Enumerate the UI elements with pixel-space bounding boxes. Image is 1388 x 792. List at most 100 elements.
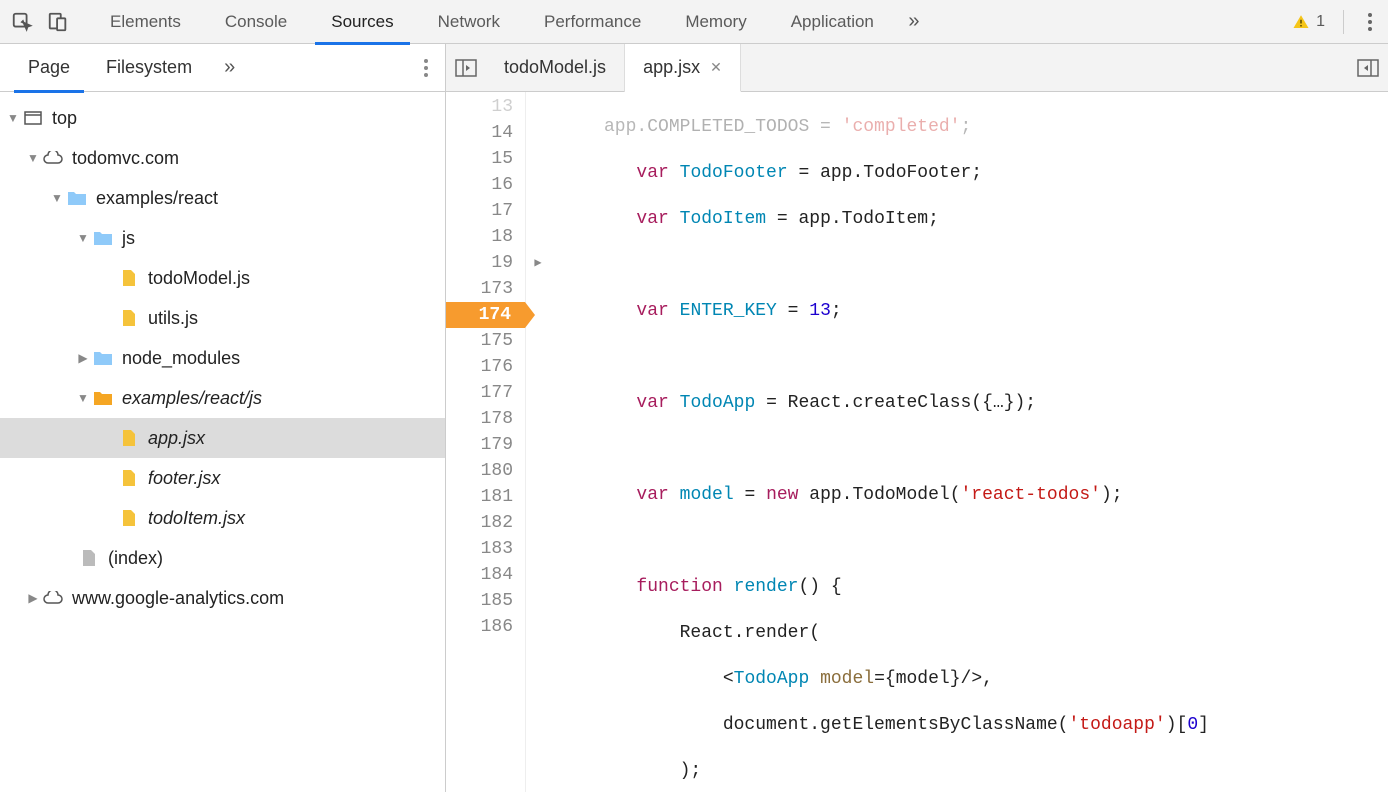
code-line	[550, 436, 1388, 462]
tab-memory[interactable]: Memory	[663, 0, 768, 44]
folder-icon	[90, 230, 116, 246]
tree-file[interactable]: todoModel.js	[0, 258, 445, 298]
tree-top[interactable]: ▼ top	[0, 98, 445, 138]
more-subtabs-icon[interactable]: »	[210, 56, 249, 79]
chevron-down-icon: ▼	[6, 111, 20, 125]
code-line: );	[550, 758, 1388, 784]
tree-label: todomvc.com	[66, 148, 179, 169]
line-number[interactable]: 17	[446, 198, 525, 224]
filetab-app[interactable]: app.jsx ✕	[625, 44, 741, 92]
tree-label: node_modules	[116, 348, 240, 369]
line-number[interactable]: 178	[446, 406, 525, 432]
navigator-tabbar: Page Filesystem »	[0, 44, 445, 92]
cloud-icon	[40, 151, 66, 165]
line-number[interactable]: 184	[446, 562, 525, 588]
tree-folder[interactable]: ▶ node_modules	[0, 338, 445, 378]
navigator-menu-icon[interactable]	[423, 58, 445, 78]
code-line: var ENTER_KEY = 13;	[550, 298, 1388, 324]
line-number[interactable]: 182	[446, 510, 525, 536]
tab-application[interactable]: Application	[769, 0, 896, 44]
file-icon	[116, 509, 142, 527]
code-editor[interactable]: 13 14 15 16 17 18 19 173 174 175 176 177…	[446, 92, 1388, 792]
file-icon	[116, 309, 142, 327]
line-number[interactable]: 15	[446, 146, 525, 172]
line-number[interactable]: 181	[446, 484, 525, 510]
subtab-filesystem[interactable]: Filesystem	[88, 44, 210, 92]
tree-folder[interactable]: ▼ examples/react	[0, 178, 445, 218]
tree-label: todoItem.jsx	[142, 508, 245, 529]
code-line: <TodoApp model={model}/>,	[550, 666, 1388, 692]
warnings-badge[interactable]: 1	[1292, 13, 1335, 31]
tree-label: todoModel.js	[142, 268, 250, 289]
code-line: var TodoItem = app.TodoItem;	[550, 206, 1388, 232]
devtools-tabbar: Elements Console Sources Network Perform…	[0, 0, 1388, 44]
window-icon	[20, 111, 46, 125]
chevron-down-icon: ▼	[26, 151, 40, 165]
tree-label: app.jsx	[142, 428, 205, 449]
kebab-menu-icon[interactable]	[1352, 4, 1388, 40]
line-number[interactable]: 14	[446, 120, 525, 146]
line-number[interactable]: 19	[446, 250, 525, 276]
folder-icon	[90, 350, 116, 366]
code-line: function render() {	[550, 574, 1388, 600]
tree-file[interactable]: todoItem.jsx	[0, 498, 445, 538]
tab-elements[interactable]: Elements	[88, 0, 203, 44]
code-line: var TodoFooter = app.TodoFooter;	[550, 160, 1388, 186]
code-line	[550, 252, 1388, 278]
code-content[interactable]: app.COMPLETED_TODOS = 'completed'; var T…	[550, 92, 1388, 792]
filetab-label: app.jsx	[643, 57, 700, 78]
inspect-element-icon[interactable]	[4, 4, 40, 40]
fold-gutter: ▶	[526, 92, 550, 792]
tree-label: js	[116, 228, 135, 249]
more-tabs-icon[interactable]: »	[896, 4, 932, 40]
line-number[interactable]: 175	[446, 328, 525, 354]
tree-file-selected[interactable]: app.jsx	[0, 418, 445, 458]
tree-file[interactable]: (index)	[0, 538, 445, 578]
tab-console[interactable]: Console	[203, 0, 309, 44]
line-number[interactable]: 183	[446, 536, 525, 562]
line-number[interactable]: 179	[446, 432, 525, 458]
code-line	[550, 528, 1388, 554]
line-number[interactable]: 186	[446, 614, 525, 640]
chevron-down-icon: ▼	[50, 191, 64, 205]
close-icon[interactable]: ✕	[710, 59, 722, 76]
show-debugger-icon[interactable]	[1348, 59, 1388, 77]
cloud-icon	[40, 591, 66, 605]
breakpoint-line[interactable]: 174	[446, 302, 525, 328]
tree-folder[interactable]: ▼ examples/react/js	[0, 378, 445, 418]
tab-network[interactable]: Network	[416, 0, 522, 44]
line-number[interactable]: 176	[446, 354, 525, 380]
folder-icon	[64, 190, 90, 206]
line-number[interactable]: 18	[446, 224, 525, 250]
line-number[interactable]: 16	[446, 172, 525, 198]
filetab-todomodel[interactable]: todoModel.js	[486, 44, 625, 92]
tab-performance[interactable]: Performance	[522, 0, 663, 44]
tree-label: utils.js	[142, 308, 198, 329]
file-tabbar: todoModel.js app.jsx ✕	[446, 44, 1388, 92]
show-navigator-icon[interactable]	[446, 59, 486, 77]
line-number[interactable]: 173	[446, 276, 525, 302]
line-number[interactable]: 180	[446, 458, 525, 484]
editor-panel: todoModel.js app.jsx ✕ 13 14 15 16 17 18…	[446, 44, 1388, 792]
line-gutter[interactable]: 13 14 15 16 17 18 19 173 174 175 176 177…	[446, 92, 526, 792]
tree-label: footer.jsx	[142, 468, 220, 489]
chevron-down-icon: ▼	[76, 231, 90, 245]
chevron-down-icon: ▼	[76, 391, 90, 405]
tree-folder[interactable]: ▼ js	[0, 218, 445, 258]
fold-marker-icon[interactable]: ▶	[526, 250, 550, 276]
code-line: React.render(	[550, 620, 1388, 646]
tree-domain[interactable]: ▼ todomvc.com	[0, 138, 445, 178]
device-toolbar-icon[interactable]	[40, 4, 76, 40]
code-line: var TodoApp = React.createClass({…});	[550, 390, 1388, 416]
filetab-label: todoModel.js	[504, 57, 606, 78]
tree-file[interactable]: utils.js	[0, 298, 445, 338]
tree-domain[interactable]: ▶ www.google-analytics.com	[0, 578, 445, 618]
line-number[interactable]: 177	[446, 380, 525, 406]
line-number[interactable]: 13	[446, 94, 525, 120]
subtab-page[interactable]: Page	[10, 44, 88, 92]
tab-sources[interactable]: Sources	[309, 0, 415, 44]
line-number[interactable]: 185	[446, 588, 525, 614]
tree-file[interactable]: footer.jsx	[0, 458, 445, 498]
tree-label: (index)	[102, 548, 163, 569]
chevron-right-icon: ▶	[76, 351, 90, 365]
